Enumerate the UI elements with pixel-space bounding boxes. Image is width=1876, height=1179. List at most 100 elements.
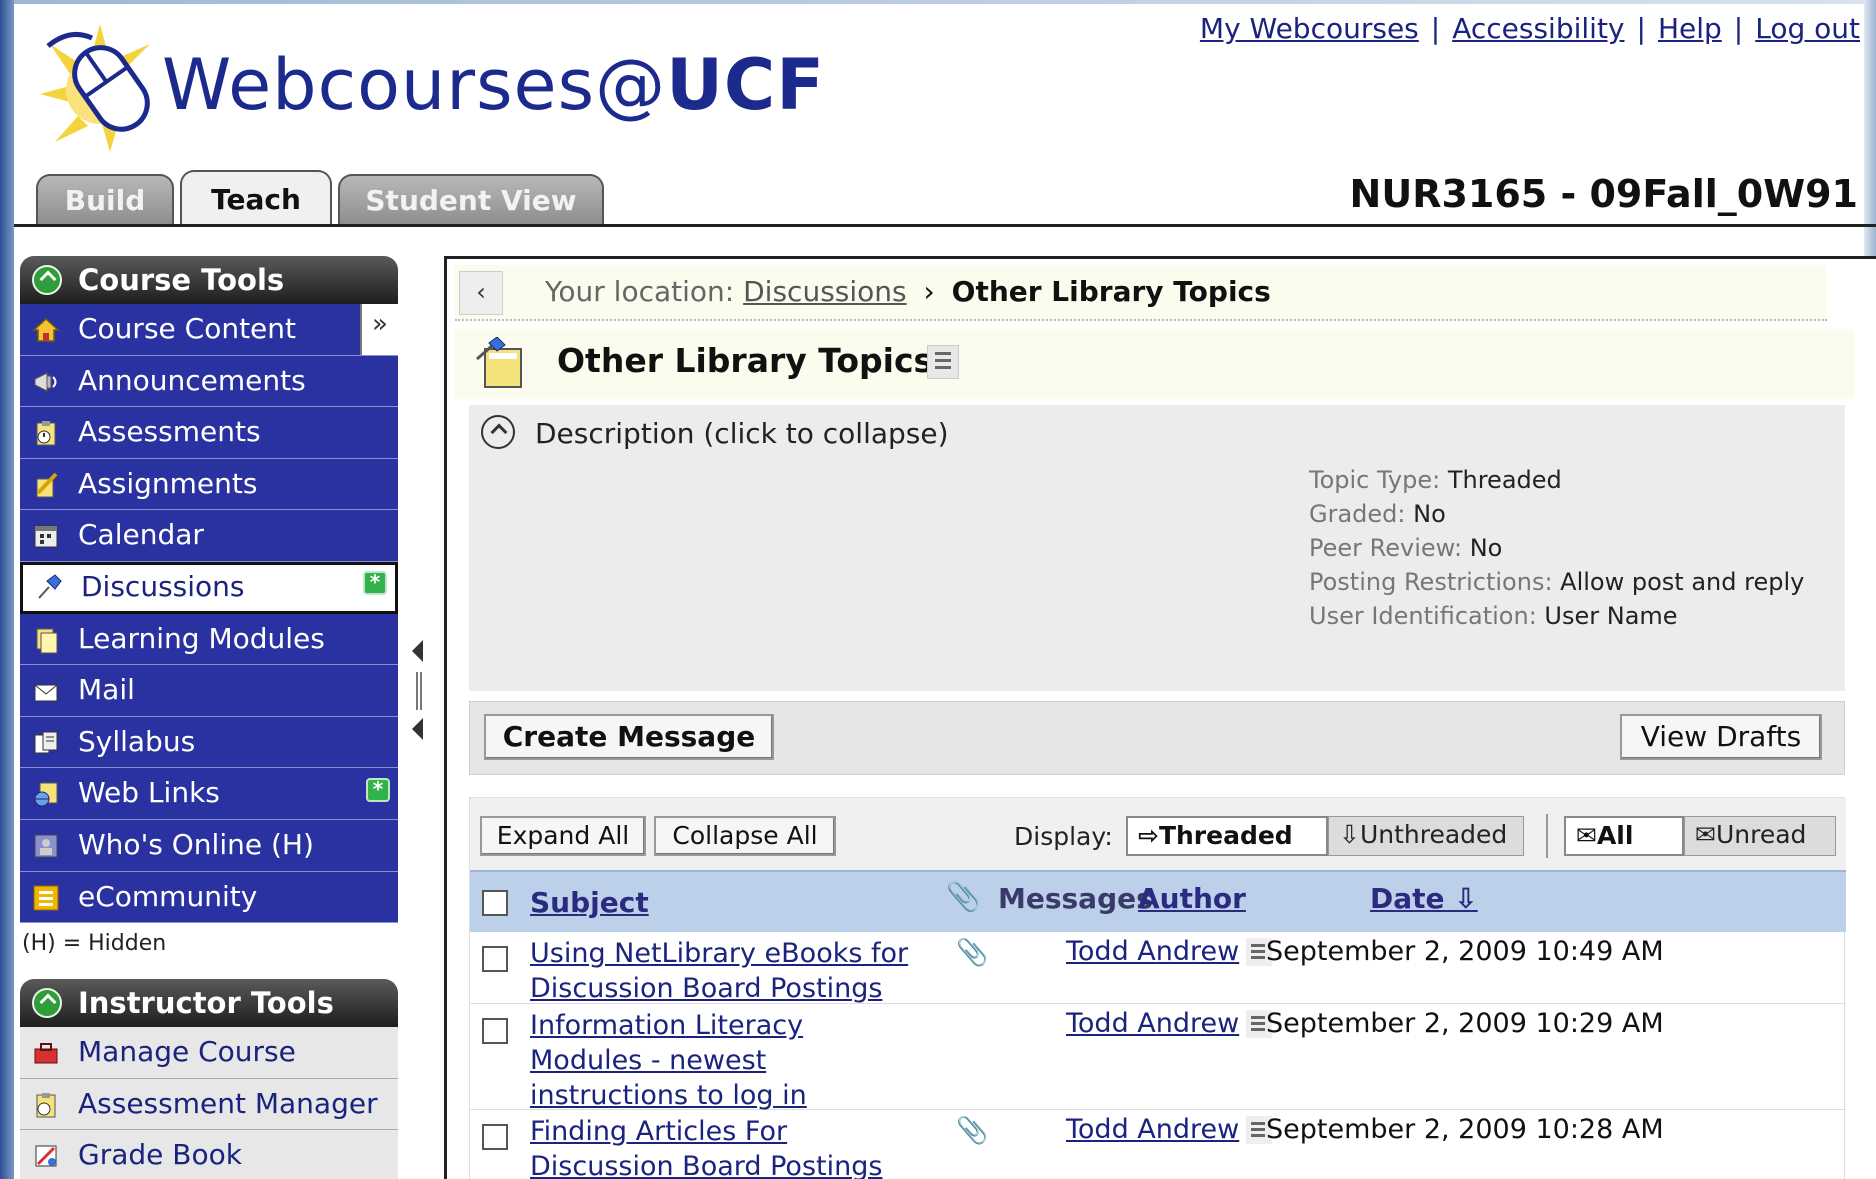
tab-student-view[interactable]: Student View [338,174,604,226]
sidebar-item-discussions[interactable]: Discussions * [20,561,398,614]
row-checkbox[interactable] [482,1124,508,1150]
sidebar-item-syllabus[interactable]: Syllabus [20,716,398,769]
tab-build[interactable]: Build [36,174,174,226]
ecommunity-icon [33,885,59,911]
sidebar-item-assignments[interactable]: Assignments [20,458,398,511]
meta-key: Posting Restrictions: [1309,568,1553,596]
topic-options-menu-icon[interactable] [927,345,959,379]
tab-teach[interactable]: Teach [180,170,332,226]
course-tools-header[interactable]: Course Tools [20,256,398,304]
tab-divider [14,224,1876,227]
meta-value: No [1469,534,1503,562]
sidebar-item-label: Grade Book [78,1138,242,1172]
message-subject-link[interactable]: Finding Articles For Discussion Board Po… [530,1116,882,1179]
description-toggle-label[interactable]: Description (click to collapse) [535,417,949,450]
collapse-up-icon[interactable] [32,988,62,1019]
syllabus-icon [34,731,58,754]
row-checkbox[interactable] [482,1018,508,1044]
collapse-up-icon[interactable] [481,415,515,449]
table-row: Finding Articles For Discussion Board Po… [470,1112,1846,1179]
sidebar-item-label: eCommunity [78,879,258,913]
threaded-view-button[interactable]: ⇨Threaded [1126,816,1328,856]
message-subject-link[interactable]: Information Literacy Modules - newest in… [530,1010,807,1111]
collapse-all-button[interactable]: Collapse All [654,816,836,856]
sidebar-item-learning-modules[interactable]: Learning Modules [20,613,398,666]
meta-value: User Name [1544,602,1678,630]
window-frame-left [0,0,14,1179]
hidden-legend: (H) = Hidden [22,931,167,957]
logo-text-bold: UCF [666,44,826,126]
message-author: Todd Andrew [1066,936,1239,967]
sort-subject-link[interactable]: Subject [530,886,649,919]
chevron-down-icon[interactable]: » [360,304,398,355]
logout-link[interactable]: Log out [1755,12,1860,45]
sidebar-item-label: Calendar [78,518,204,552]
sidebar-item-label: Discussions [81,569,245,603]
sidebar-item-mail[interactable]: Mail [20,665,398,717]
author-link[interactable]: Todd Andrew [1066,1008,1239,1039]
sidebar-item-whos-online[interactable]: Who's Online (H) [20,819,398,872]
sidebar-item-assessment-manager[interactable]: Assessment Manager [20,1078,398,1131]
column-author[interactable]: Author [1138,882,1246,915]
sort-date-link[interactable]: Date ⇩ [1370,882,1478,915]
author-link[interactable]: Todd Andrew [1066,936,1239,967]
window-frame-top [0,0,1876,4]
select-all-checkbox[interactable] [482,890,508,916]
pushpin-icon [38,574,62,599]
collapse-up-icon[interactable] [32,265,62,295]
meta-user-identification: User Identification: User Name [1309,599,1809,633]
filter-unread-button[interactable]: ✉Unread [1684,816,1836,856]
sidebar-item-calendar[interactable]: Calendar [20,510,398,562]
sidebar-collapse-handle[interactable] [410,640,426,740]
sidebar-item-label: Syllabus [78,724,196,758]
message-subject: Using NetLibrary eBooks for Discussion B… [530,936,930,1006]
sidebar-item-manage-course[interactable]: Manage Course [20,1027,398,1079]
instructor-tools-header[interactable]: Instructor Tools [20,979,398,1028]
view-drafts-button[interactable]: View Drafts [1620,714,1822,760]
collapse-left-icon [412,640,423,662]
gradebook-icon [35,1145,57,1167]
sidebar: Course Tools Course Content » Announceme… [20,256,398,1179]
message-list: Expand All Collapse All Display: ⇨Thread… [469,797,1846,1179]
row-checkbox[interactable] [482,946,508,972]
expand-all-button[interactable]: Expand All [480,816,646,856]
sidebar-item-web-links[interactable]: Web Links * [20,768,398,820]
my-webcourses-link[interactable]: My Webcourses [1200,12,1419,45]
link-separator: | [1430,12,1441,45]
sort-author-link[interactable]: Author [1138,882,1246,915]
column-subject[interactable]: Subject [530,886,649,919]
sidebar-item-label: Course Content [78,312,297,345]
sidebar-item-label: Manage Course [78,1035,296,1069]
column-date[interactable]: Date ⇩ [1370,882,1478,915]
accessibility-link[interactable]: Accessibility [1452,12,1624,45]
create-message-button[interactable]: Create Message [484,714,774,760]
message-subject-link[interactable]: Using NetLibrary eBooks for Discussion B… [530,938,908,1004]
author-link[interactable]: Todd Andrew [1066,1114,1239,1145]
sidebar-item-announcements[interactable]: Announcements [20,355,398,408]
meta-key: Graded: [1309,500,1406,528]
sidebar-item-label: Assessment Manager [78,1086,378,1120]
course-tools-title: Course Tools [78,263,285,297]
sidebar-item-ecommunity[interactable]: eCommunity [20,871,398,924]
top-links: My Webcourses | Accessibility | Help | Log out [1200,12,1860,45]
breadcrumb-separator: › [923,275,935,308]
message-date: September 2, 2009 10:29 AM [1266,1008,1664,1039]
breadcrumb-discussions-link[interactable]: Discussions [743,275,907,308]
breadcrumb: ‹ Your location: Discussions › Other Lib… [455,265,1827,321]
sidebar-item-grade-book[interactable]: Grade Book [20,1130,398,1179]
filter-all-button[interactable]: ✉All [1564,816,1684,856]
sidebar-item-assessments[interactable]: Assessments [20,407,398,459]
pencil-paper-icon [36,472,58,498]
clipboard-icon [36,1092,56,1118]
message-date: September 2, 2009 10:28 AM [1266,1114,1664,1145]
meta-key: User Identification: [1309,602,1537,630]
webcourses-logo: Webcourses@UCF [40,24,824,154]
help-link[interactable]: Help [1658,12,1722,45]
sidebar-item-course-content[interactable]: Course Content » [20,304,398,356]
back-button[interactable]: ‹ [459,271,503,315]
unthreaded-view-button[interactable]: ⇩Unthreaded [1328,816,1524,856]
course-id: NUR3165 - 09Fall_0W91 [1349,172,1858,216]
breadcrumb-current: Other Library Topics [951,275,1271,308]
discussion-topic-icon [476,337,522,388]
link-separator: | [1636,12,1646,45]
